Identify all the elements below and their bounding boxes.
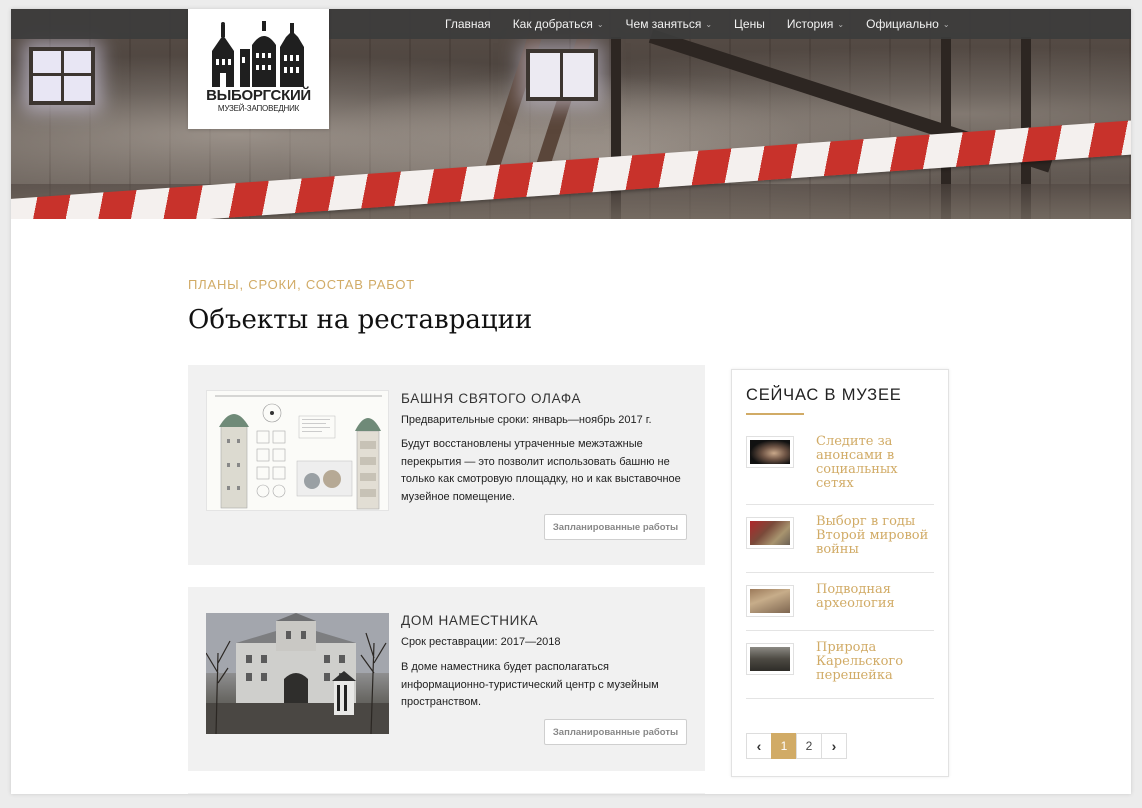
chevron-down-icon: ⌄ (837, 19, 845, 29)
section-kicker: ПЛАНЫ, СРОКИ, СОСТАВ РАБОТ (188, 277, 416, 292)
page: Главная Как добраться ⌄ Чем заняться ⌄ Ц… (11, 9, 1131, 794)
nav-item-label: Как добраться (512, 17, 593, 31)
widget-title: СЕЙЧАС В МУЗЕЕ (746, 386, 902, 404)
tower-drawing-icon (215, 395, 382, 510)
building-photo-icon (206, 613, 389, 734)
list-item[interactable]: Природа Карельского перешейка (746, 631, 934, 699)
chevron-down-icon: ⌄ (942, 19, 950, 29)
item-thumbnail (746, 517, 794, 549)
nav-item-home[interactable]: Главная (445, 17, 491, 31)
list-item[interactable]: Следите за анонсами в социальных сетях (746, 434, 934, 505)
nav-item-history[interactable]: История ⌄ (787, 17, 844, 31)
chevron-down-icon: ⌄ (596, 19, 604, 29)
now-in-museum-widget: СЕЙЧАС В МУЗЕЕ Следите за анонсами в соц… (731, 369, 949, 777)
nav-item-label: Чем заняться (625, 17, 702, 31)
nav-item-label: Цены (734, 17, 765, 31)
restoration-card: БАШНЯ СВЯТОГО ОЛАФА Предварительные срок… (188, 365, 705, 565)
item-link[interactable]: Следите за анонсами в социальных сетях (816, 435, 934, 491)
card-image[interactable] (206, 613, 389, 734)
nav-item-label: Официально (866, 17, 939, 31)
nav-item-label: Главная (445, 17, 491, 31)
card-description: В доме наместника будет располагаться ин… (401, 661, 659, 708)
hero-banner (11, 9, 1131, 219)
pagination-page-2[interactable]: 2 (796, 733, 822, 759)
nav-item-official[interactable]: Официально ⌄ (866, 17, 949, 31)
item-thumbnail (746, 436, 794, 468)
top-navbar: Главная Как добраться ⌄ Чем заняться ⌄ Ц… (11, 9, 1131, 39)
item-link[interactable]: Подводная археология (816, 583, 934, 611)
nav-item-label: История (786, 17, 834, 31)
pagination: ‹ 1 2 › (746, 733, 847, 759)
item-link[interactable]: Выборг в годы Второй мировой войны (816, 515, 934, 557)
restoration-card (188, 793, 705, 794)
planned-works-button[interactable]: Запланированные работы (544, 719, 687, 745)
list-item[interactable]: Подводная археология (746, 573, 934, 631)
restoration-card: ДОМ НАМЕСТНИКА Срок реставрации: 2017—20… (188, 587, 705, 771)
card-title[interactable]: БАШНЯ СВЯТОГО ОЛАФА (401, 391, 581, 406)
pagination-prev-button[interactable]: ‹ (746, 733, 772, 759)
title-underline (746, 413, 804, 415)
nav-item-activities[interactable]: Чем заняться ⌄ (626, 17, 713, 31)
pagination-page-1[interactable]: 1 (771, 733, 797, 759)
card-dates: Предварительные сроки: январь—ноябрь 201… (401, 414, 652, 426)
card-image[interactable] (206, 390, 389, 511)
nav-item-directions[interactable]: Как добраться ⌄ (513, 17, 604, 31)
item-thumbnail (746, 643, 794, 675)
main-nav: Главная Как добраться ⌄ Чем заняться ⌄ Ц… (445, 9, 972, 39)
item-link[interactable]: Природа Карельского перешейка (816, 641, 934, 683)
site-logo[interactable]: ВЫБОРГСКИЙ МУЗЕЙ-ЗАПОВЕДНИК (188, 9, 329, 129)
logo-subtitle: МУЗЕЙ-ЗАПОВЕДНИК (217, 104, 300, 113)
card-title[interactable]: ДОМ НАМЕСТНИКА (401, 613, 538, 628)
pagination-next-button[interactable]: › (821, 733, 847, 759)
card-dates: Срок реставрации: 2017—2018 (401, 636, 561, 648)
card-description: Будут восстановлены утраченные межэтажны… (401, 438, 681, 503)
planned-works-button[interactable]: Запланированные работы (544, 514, 687, 540)
nav-item-prices[interactable]: Цены (734, 17, 765, 31)
list-item[interactable]: Выборг в годы Второй мировой войны (746, 505, 934, 573)
page-title: Объекты на реставрации (188, 305, 533, 335)
castle-icon (212, 21, 304, 87)
hero-window-left (29, 47, 95, 105)
hero-window-center (526, 49, 598, 101)
logo-title: ВЫБОРГСКИЙ (206, 87, 311, 104)
item-thumbnail (746, 585, 794, 617)
chevron-down-icon: ⌄ (705, 19, 713, 29)
